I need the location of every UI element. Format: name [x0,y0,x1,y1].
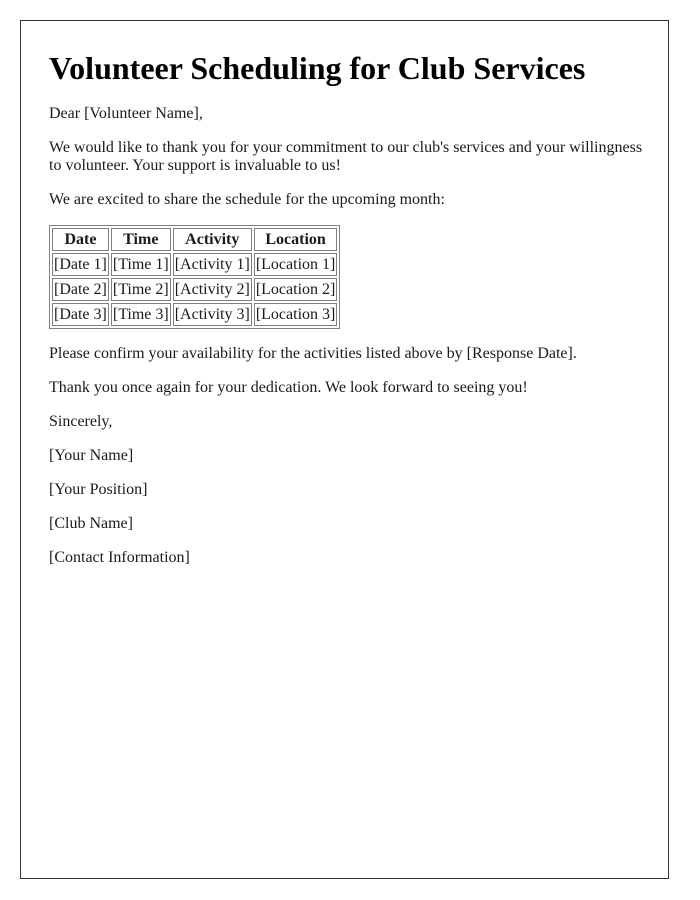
cell-activity: [Activity 1] [172,253,252,276]
closing-paragraph: Thank you once again for your dedication… [49,379,528,396]
page-title: Volunteer Scheduling for Club Services [49,50,586,86]
letter-page: Volunteer Scheduling for Club Services D… [20,20,669,879]
intro-paragraph: We are excited to share the schedule for… [49,191,445,208]
signature-contact: [Contact Information] [49,549,190,566]
salutation: Dear [Volunteer Name], [49,105,203,122]
column-header-date: Date [52,228,109,251]
cell-date: [Date 3] [52,303,109,326]
confirm-paragraph: Please confirm your availability for the… [49,345,577,362]
cell-location: [Location 2] [253,278,338,301]
cell-time: [Time 3] [110,303,171,326]
table-header-row: Date Time Activity Location [52,228,338,251]
table-row: [Date 2] [Time 2] [Activity 2] [Location… [52,278,338,301]
cell-time: [Time 1] [110,253,171,276]
column-header-activity: Activity [172,228,252,251]
table-row: [Date 3] [Time 3] [Activity 3] [Location… [52,303,338,326]
signature-name: [Your Name] [49,447,134,464]
signature-position: [Your Position] [49,481,148,498]
cell-location: [Location 1] [253,253,338,276]
thanks-paragraph: We would like to thank you for your comm… [49,139,643,174]
table-row: [Date 1] [Time 1] [Activity 1] [Location… [52,253,338,276]
signoff: Sincerely, [49,413,113,430]
cell-time: [Time 2] [110,278,171,301]
cell-activity: [Activity 3] [172,303,252,326]
cell-activity: [Activity 2] [172,278,252,301]
cell-date: [Date 2] [52,278,109,301]
schedule-table: Date Time Activity Location [Date 1] [Ti… [49,225,341,329]
column-header-time: Time [110,228,171,251]
cell-location: [Location 3] [253,303,338,326]
column-header-location: Location [253,228,338,251]
cell-date: [Date 1] [52,253,109,276]
signature-club: [Club Name] [49,515,133,532]
